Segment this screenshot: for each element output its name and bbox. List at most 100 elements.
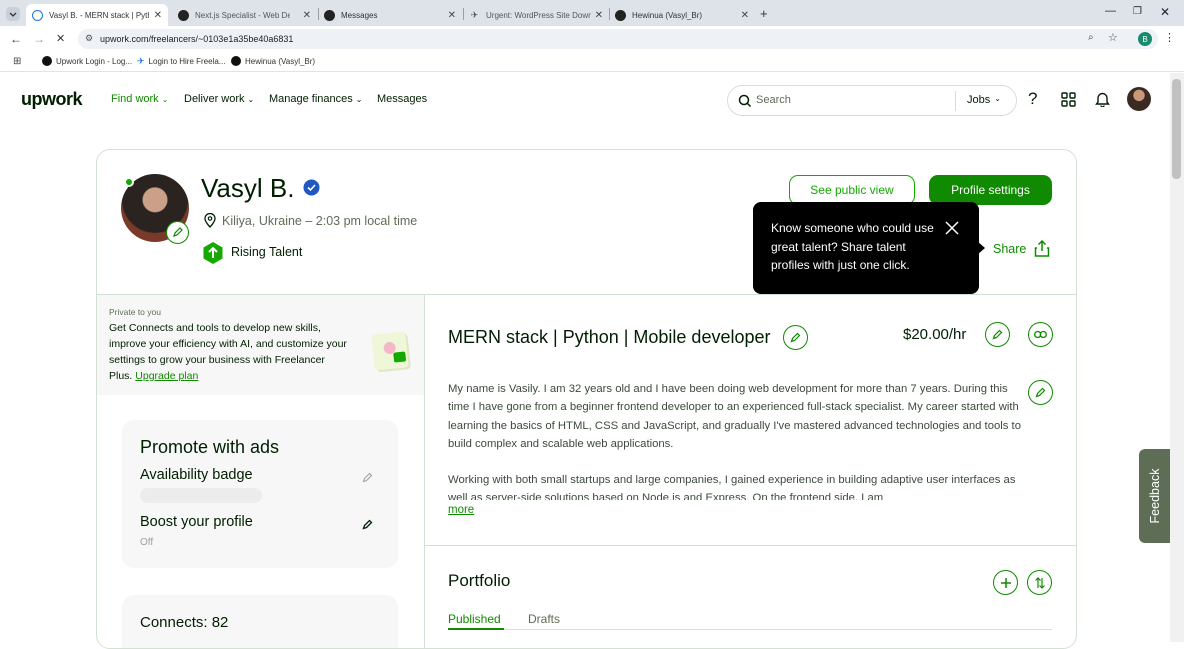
location-pin-icon [204,213,216,228]
bookmark-item[interactable]: Hewinua (Vasyl_Br) [231,56,315,66]
user-avatar[interactable] [1127,87,1151,111]
chevron-down-icon: ⌄ [994,94,1001,103]
chevron-down-icon: ⌄ [355,94,363,104]
bookmark-item[interactable]: ✈ Login to Hire Freela... [137,56,225,67]
new-tab-button[interactable]: + [760,6,768,21]
browser-tab-bar: Vasyl B. - MERN stack | Python ✕ Next.js… [0,0,1184,26]
restore-button[interactable]: ❐ [1133,6,1142,17]
forward-arrow-icon[interactable]: → [33,32,45,46]
profile-name: Vasyl B. [201,173,295,203]
hourly-rate: $20.00/hr [903,326,967,343]
profile-title: MERN stack | Python | Mobile developer [448,327,771,347]
close-icon[interactable]: ✕ [741,10,749,21]
minimize-button[interactable]: — [1105,5,1116,17]
nav-find-work[interactable]: Find work ⌄ [111,93,168,105]
promo-text: Get Connects and tools to develop new sk… [109,320,347,384]
share-button[interactable]: Share [993,240,1050,257]
nav-label: Manage finances [269,93,353,105]
window-close-button[interactable]: ✕ [1160,5,1170,19]
warning-favicon-icon: ✈ [470,9,479,20]
profile-settings-button[interactable]: Profile settings [929,175,1052,205]
close-icon[interactable]: ✕ [448,10,456,21]
share-label: Share [993,241,1027,256]
link-icon [1034,330,1047,339]
bell-icon[interactable] [1095,91,1110,107]
bookmark-item[interactable]: Upwork Login - Log... [42,56,132,66]
help-icon[interactable]: ? [1028,89,1037,109]
feedback-tab[interactable]: Feedback [1139,449,1170,543]
nav-messages[interactable]: Messages [377,93,427,105]
close-icon[interactable] [945,221,959,235]
edit-overview-button[interactable] [1028,380,1053,405]
more-link[interactable]: more [448,504,474,516]
portfolio-title: Portfolio [448,571,511,590]
github-favicon-icon [615,9,626,21]
bookmark-star-icon[interactable]: ☆ [1108,31,1118,44]
edit-title-button[interactable] [783,325,808,350]
nav-manage-finances[interactable]: Manage finances ⌄ [269,93,362,105]
search-box[interactable]: Search Jobs ⌄ [727,85,1017,116]
rising-talent-icon [203,242,223,264]
apps-grid-icon[interactable] [1061,92,1076,107]
upwork-favicon-icon [178,9,189,21]
pencil-icon [790,332,801,343]
browser-tab-4[interactable]: ✈ Urgent: WordPress Site Downtim ✕ [463,4,609,26]
url-text: upwork.com/freelancers/~0103e1a35be40a68… [100,34,294,44]
stop-loading-icon[interactable]: ✕ [56,32,65,45]
github-favicon-icon [231,56,241,66]
share-icon [1035,240,1050,257]
tab-title: Next.js Specialist - Web Develo [195,10,290,20]
see-public-view-button[interactable]: See public view [789,175,915,205]
pencil-icon[interactable] [362,519,373,530]
browser-tab-2[interactable]: Next.js Specialist - Web Develo ✕ [172,4,317,26]
search-scope-dropdown[interactable]: Jobs ⌄ [967,94,1001,106]
scrollbar-thumb[interactable] [1172,79,1181,179]
apps-grid-icon[interactable]: ⊞ [13,56,21,67]
tab-search-button[interactable] [6,7,20,21]
nav-deliver-work[interactable]: Deliver work ⌄ [184,93,254,105]
browser-tab-5[interactable]: Hewinua (Vasyl_Br) ✕ [609,4,755,26]
edit-rate-button[interactable] [985,322,1010,347]
chevron-down-icon [9,12,17,17]
pencil-icon [992,329,1003,340]
tab-published[interactable]: Published [448,612,501,626]
verified-badge-icon [303,179,320,196]
tooltip-text: Know someone who could use great talent?… [771,221,934,272]
tab-drafts[interactable]: Drafts [528,612,560,626]
browser-tab-3[interactable]: Messages ✕ [318,4,462,26]
browser-menu-icon[interactable]: ⋮ [1164,31,1175,44]
browser-tab-1[interactable]: Vasyl B. - MERN stack | Python ✕ [26,4,168,26]
address-bar[interactable]: ⚙ upwork.com/freelancers/~0103e1a35be40a… [78,29,1158,49]
boost-status: Off [140,537,154,548]
back-arrow-icon[interactable]: ← [10,32,22,46]
active-tab-underline [448,628,504,630]
add-portfolio-button[interactable] [993,570,1018,595]
close-icon[interactable]: ✕ [595,10,603,21]
search-input[interactable]: Search [756,94,791,106]
boost-profile-label: Boost your profile [140,514,253,530]
pencil-icon[interactable] [362,472,373,483]
connects-count: Connects: 82 [140,614,229,631]
site-info-icon[interactable]: ⚙ [85,33,93,44]
tab-title: Urgent: WordPress Site Downtim [486,10,591,20]
tab-title: Vasyl B. - MERN stack | Python [49,10,149,20]
browser-profile-avatar[interactable]: B [1138,32,1152,46]
upwork-logo[interactable]: upwork [21,89,83,110]
share-tooltip: Know someone who could use great talent?… [753,202,985,294]
availability-badge-label: Availability badge [140,467,253,483]
reorder-portfolio-button[interactable] [1027,570,1052,595]
chevron-down-icon: ⌄ [161,94,169,104]
close-icon[interactable]: ✕ [303,10,311,21]
edit-photo-button[interactable] [166,221,189,244]
overview-paragraph: My name is Vasily. I am 32 years old and… [448,383,1021,450]
zoom-icon[interactable]: ⌕ [1088,32,1094,43]
arrow-favicon-icon: ✈ [137,56,145,66]
overview-paragraph: Working with both small startups and lar… [448,474,1016,500]
profile-location: Kiliya, Ukraine – 2:03 pm local time [222,214,418,228]
overview-text: My name is Vasily. I am 32 years old and… [448,380,1030,500]
upgrade-plan-link[interactable]: Upgrade plan [135,370,198,382]
close-icon[interactable]: ✕ [154,10,162,21]
page-scrollbar[interactable] [1170,73,1184,642]
browser-toolbar: ← → ✕ ⚙ upwork.com/freelancers/~0103e1a3… [0,26,1184,52]
copy-link-button[interactable] [1028,322,1053,347]
